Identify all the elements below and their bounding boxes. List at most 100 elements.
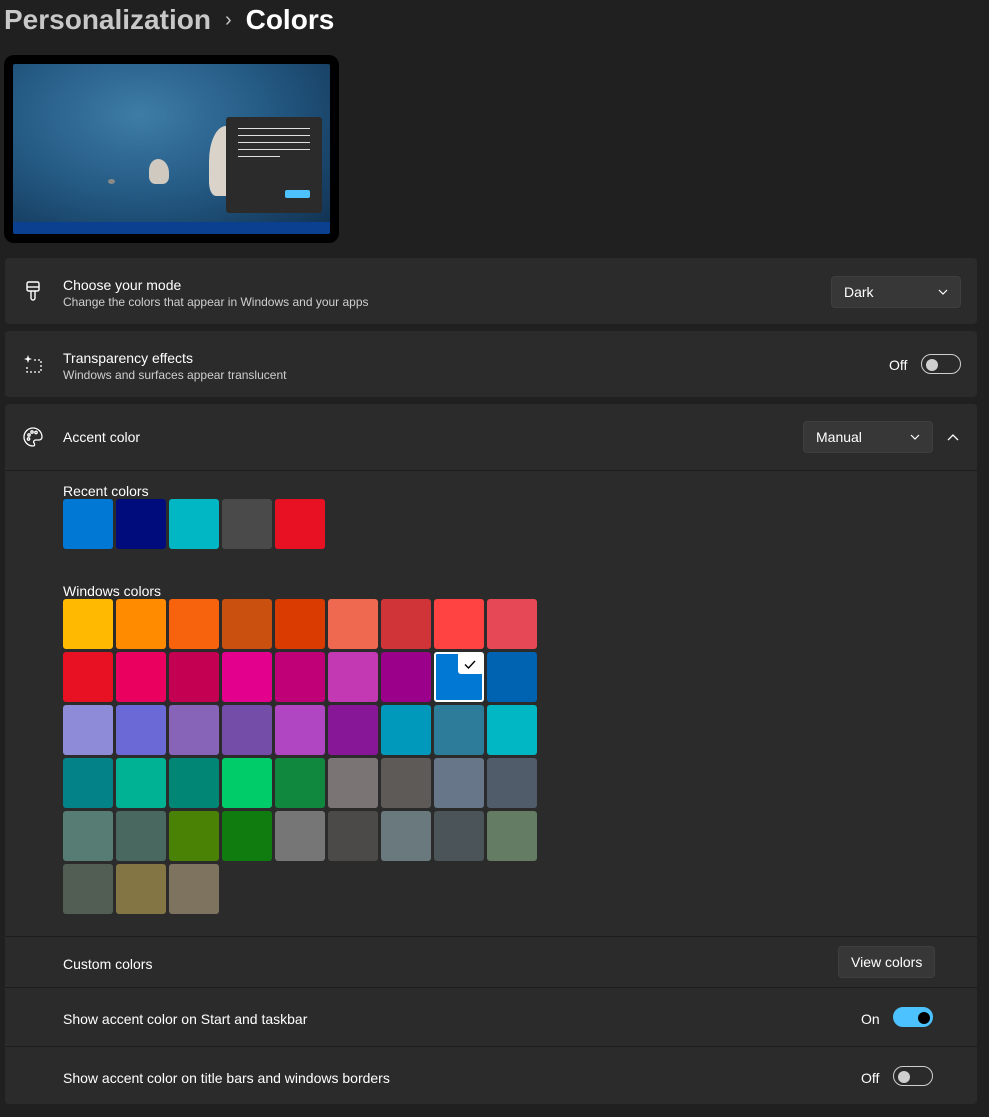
accent-title: Accent color xyxy=(63,429,141,445)
windows-color-swatch[interactable] xyxy=(222,599,272,649)
custom-colors-label: Custom colors xyxy=(63,956,153,972)
windows-color-swatch[interactable] xyxy=(328,811,378,861)
windows-color-swatch[interactable] xyxy=(63,811,113,861)
mode-card: Choose your mode Change the colors that … xyxy=(5,258,977,324)
windows-color-swatch[interactable] xyxy=(222,652,272,702)
windows-color-swatch[interactable] xyxy=(63,599,113,649)
windows-color-swatch[interactable] xyxy=(381,811,431,861)
show-title-state-label: Off xyxy=(861,1070,880,1086)
windows-color-swatch[interactable] xyxy=(116,705,166,755)
windows-color-swatch[interactable] xyxy=(328,705,378,755)
mode-dropdown-value: Dark xyxy=(844,284,874,300)
windows-color-swatch[interactable] xyxy=(381,599,431,649)
windows-color-swatch[interactable] xyxy=(116,811,166,861)
windows-color-swatch[interactable] xyxy=(381,758,431,808)
chevron-up-icon xyxy=(947,433,959,440)
preview-rock xyxy=(108,179,115,184)
mode-title: Choose your mode xyxy=(63,277,182,293)
mode-subtitle: Change the colors that appear in Windows… xyxy=(63,295,369,309)
windows-color-swatch[interactable] xyxy=(487,758,537,808)
sparkle-icon xyxy=(22,353,44,375)
windows-color-swatch[interactable] xyxy=(328,652,378,702)
preview-window xyxy=(226,117,322,213)
show-start-toggle[interactable] xyxy=(893,1007,933,1027)
toggle-knob xyxy=(898,1071,910,1083)
divider xyxy=(5,936,977,937)
preview-line xyxy=(238,135,310,136)
view-colors-button[interactable]: View colors xyxy=(838,946,936,978)
theme-preview xyxy=(4,55,339,243)
windows-color-swatch[interactable] xyxy=(169,864,219,914)
windows-color-swatch[interactable] xyxy=(169,599,219,649)
windows-color-swatch[interactable] xyxy=(434,599,484,649)
transparency-state-label: Off xyxy=(889,357,908,373)
mode-dropdown[interactable]: Dark xyxy=(831,276,961,308)
transparency-card: Transparency effects Windows and surface… xyxy=(5,331,977,397)
recent-color-swatch[interactable] xyxy=(169,499,219,549)
windows-color-swatch[interactable] xyxy=(434,652,484,702)
windows-color-swatch[interactable] xyxy=(487,652,537,702)
divider xyxy=(5,987,977,988)
transparency-subtitle: Windows and surfaces appear translucent xyxy=(63,368,287,382)
windows-color-swatch[interactable] xyxy=(328,758,378,808)
paintbrush-icon xyxy=(22,280,44,302)
recent-color-swatch[interactable] xyxy=(63,499,113,549)
recent-color-swatch[interactable] xyxy=(116,499,166,549)
windows-color-swatch[interactable] xyxy=(116,599,166,649)
chevron-down-icon xyxy=(938,289,948,295)
windows-color-swatch[interactable] xyxy=(222,811,272,861)
preview-line xyxy=(238,149,310,150)
windows-color-swatch[interactable] xyxy=(275,705,325,755)
recent-colors-label: Recent colors xyxy=(63,483,149,499)
preview-line xyxy=(238,128,310,129)
chevron-down-icon xyxy=(910,434,920,440)
breadcrumb-personalization[interactable]: Personalization xyxy=(4,4,211,36)
windows-color-swatch[interactable] xyxy=(275,652,325,702)
windows-color-swatch[interactable] xyxy=(328,599,378,649)
accent-dropdown-value: Manual xyxy=(816,429,862,445)
palette-icon xyxy=(22,426,44,448)
transparency-toggle[interactable] xyxy=(921,354,961,374)
windows-color-swatch[interactable] xyxy=(169,758,219,808)
preview-taskbar xyxy=(13,222,330,234)
accent-collapse-button[interactable] xyxy=(939,423,967,451)
windows-color-swatch[interactable] xyxy=(169,705,219,755)
windows-color-swatch[interactable] xyxy=(275,811,325,861)
windows-color-swatch[interactable] xyxy=(487,599,537,649)
recent-colors-grid xyxy=(63,499,537,549)
windows-color-swatch[interactable] xyxy=(116,864,166,914)
windows-color-swatch[interactable] xyxy=(434,705,484,755)
show-title-toggle[interactable] xyxy=(893,1066,933,1086)
windows-color-swatch[interactable] xyxy=(434,811,484,861)
preview-line xyxy=(238,156,280,157)
windows-color-swatch[interactable] xyxy=(275,758,325,808)
accent-card: Accent color Manual Recent colors Window… xyxy=(5,404,977,1104)
windows-color-swatch[interactable] xyxy=(487,705,537,755)
windows-color-swatch[interactable] xyxy=(63,652,113,702)
checkmark-icon xyxy=(458,654,482,674)
show-start-state-label: On xyxy=(861,1011,880,1027)
windows-color-swatch[interactable] xyxy=(275,599,325,649)
accent-dropdown[interactable]: Manual xyxy=(803,421,933,453)
windows-color-swatch[interactable] xyxy=(222,758,272,808)
windows-color-swatch[interactable] xyxy=(116,758,166,808)
chevron-right-icon: › xyxy=(224,8,232,31)
recent-color-swatch[interactable] xyxy=(222,499,272,549)
windows-color-swatch[interactable] xyxy=(63,758,113,808)
show-title-label: Show accent color on title bars and wind… xyxy=(63,1070,390,1086)
windows-color-swatch[interactable] xyxy=(222,705,272,755)
windows-color-swatch[interactable] xyxy=(381,652,431,702)
windows-color-swatch[interactable] xyxy=(63,705,113,755)
windows-color-swatch[interactable] xyxy=(381,705,431,755)
recent-color-swatch[interactable] xyxy=(275,499,325,549)
windows-color-swatch[interactable] xyxy=(169,652,219,702)
divider xyxy=(5,1046,977,1047)
windows-color-swatch[interactable] xyxy=(169,811,219,861)
preview-line xyxy=(238,142,310,143)
windows-color-swatch[interactable] xyxy=(434,758,484,808)
windows-color-swatch[interactable] xyxy=(487,811,537,861)
windows-color-swatch[interactable] xyxy=(63,864,113,914)
windows-color-swatch[interactable] xyxy=(116,652,166,702)
preview-rock xyxy=(149,159,169,184)
windows-colors-grid xyxy=(63,599,537,914)
